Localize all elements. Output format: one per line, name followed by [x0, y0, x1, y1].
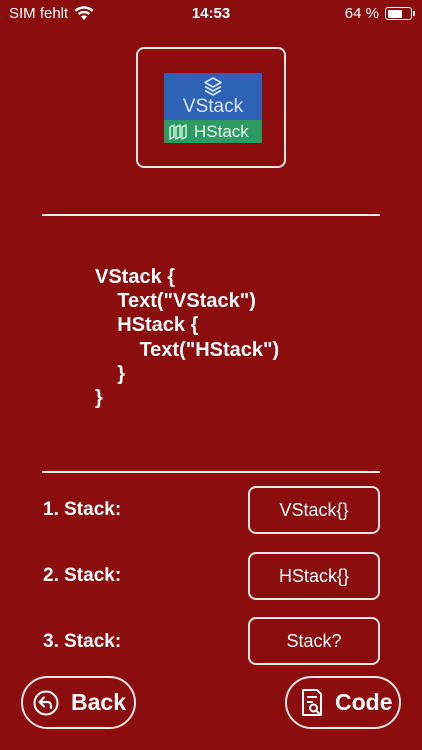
stack-preview-frame: VStack HStack — [136, 47, 286, 168]
code-sample: VStack { Text("VStack") HStack { Text("H… — [95, 265, 279, 410]
hstack-preview-label: HStack — [194, 121, 249, 141]
vstack-preview-label: VStack — [182, 96, 244, 117]
stack-preview: VStack HStack — [164, 73, 262, 143]
hstack-columns-icon — [169, 123, 187, 140]
code-button[interactable]: Code — [285, 676, 401, 729]
back-arrow-icon — [33, 690, 59, 715]
divider-bottom — [42, 471, 380, 473]
back-button-label: Back — [71, 689, 126, 715]
battery-fill — [387, 9, 402, 18]
code-button-label: Code — [335, 689, 393, 715]
divider-top — [42, 214, 380, 216]
stack-3-label: 3. Stack: — [43, 631, 122, 652]
code-line: Text("VStack") — [95, 290, 256, 313]
status-right: 64 % — [344, 5, 415, 22]
vstack-preview-block: VStack — [164, 73, 262, 120]
battery-icon — [385, 7, 415, 20]
status-bar: SIM fehlt 14:53 64 % — [0, 0, 422, 28]
stack-1-label: 1. Stack: — [43, 499, 122, 520]
hstack-preview-block: HStack — [164, 120, 262, 143]
stack-3-answer-button[interactable]: Stack? — [248, 617, 380, 665]
battery-percent: 64 % — [344, 5, 379, 22]
stack-layers-icon — [204, 77, 222, 96]
code-line: } — [95, 387, 103, 410]
code-line: VStack { — [95, 266, 176, 288]
stack-1-answer-button[interactable]: VStack{} — [248, 486, 380, 534]
code-line: HStack { — [95, 314, 199, 337]
back-button[interactable]: Back — [21, 676, 136, 729]
stack-2-label: 2. Stack: — [43, 565, 122, 586]
code-line: Text("HStack") — [95, 338, 280, 361]
document-search-icon — [302, 688, 322, 716]
code-line: } — [95, 362, 126, 385]
stack-2-answer-button[interactable]: HStack{} — [248, 552, 380, 600]
